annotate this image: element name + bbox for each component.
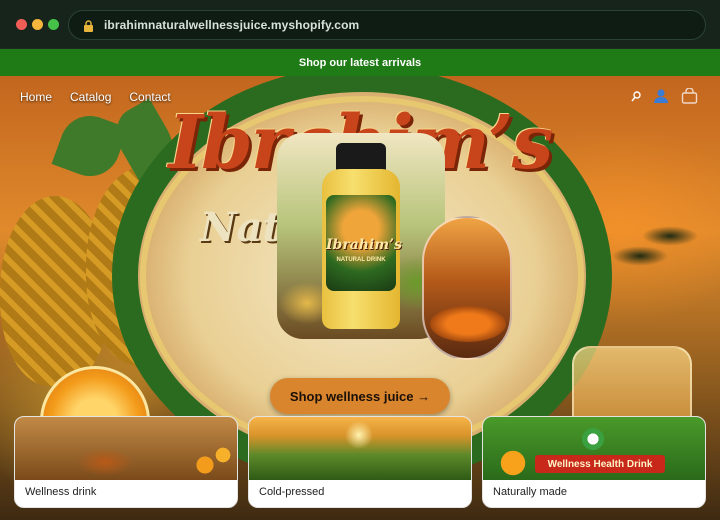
feature-card[interactable]: Wellness Health Drink Naturally made (482, 416, 706, 508)
bottle-label-subtext: NATURAL DRINK (336, 257, 386, 263)
palm-tree-image (610, 216, 720, 366)
product-image-market[interactable] (422, 216, 512, 360)
minimize-window-button[interactable] (32, 19, 43, 30)
card-caption: Cold-pressed (259, 486, 325, 498)
card-image-market (15, 417, 237, 480)
card-caption: Naturally made (493, 486, 567, 498)
card-caption: Wellness drink (25, 486, 97, 498)
cart-icon[interactable] (681, 87, 698, 109)
close-window-button[interactable] (16, 19, 27, 30)
nav-link-home[interactable]: Home (20, 90, 52, 104)
address-bar[interactable]: ibrahimnaturalwellnessjuice.myshopify.co… (68, 10, 706, 40)
shop-wellness-juice-button[interactable]: Shop wellness juice → (270, 378, 450, 414)
card-banner-text: Wellness Health Drink (535, 455, 665, 473)
main-nav: Home Catalog Contact (20, 90, 171, 104)
brand-logo-subtext: Nat (200, 204, 281, 251)
feature-card[interactable]: Wellness drink (14, 416, 238, 508)
announcement-bar[interactable]: Shop our latest arrivals (0, 49, 720, 76)
nav-link-catalog[interactable]: Catalog (70, 90, 111, 104)
browser-chrome: ibrahimnaturalwellnessjuice.myshopify.co… (0, 0, 720, 48)
header-icons (631, 87, 698, 109)
search-icon[interactable] (631, 90, 641, 108)
lock-icon (83, 19, 94, 32)
nav-link-contact[interactable]: Contact (129, 90, 170, 104)
card-image-health-drink: Wellness Health Drink (483, 417, 705, 480)
bottle-label-text: Ibrahim’s (326, 237, 402, 253)
maximize-window-button[interactable] (48, 19, 59, 30)
account-icon[interactable] (653, 88, 669, 109)
leaf-decoration (51, 107, 129, 185)
card-image-landscape (249, 417, 471, 480)
announcement-text: Shop our latest arrivals (298, 56, 422, 69)
feature-cards: Wellness drink Cold-pressed Wellness Hea… (14, 416, 706, 510)
hero-banner: Ibrahim’s Nat Home Catalog Contact Ibrah… (0, 76, 720, 520)
url-text: ibrahimnaturalwellnessjuice.myshopify.co… (104, 18, 360, 32)
spice-bowl-image (430, 306, 506, 342)
feature-card[interactable]: Cold-pressed (248, 416, 472, 508)
juice-bottle: Ibrahim’s NATURAL DRINK (322, 143, 402, 329)
product-image-bottle[interactable]: Ibrahim’s NATURAL DRINK (277, 133, 445, 339)
